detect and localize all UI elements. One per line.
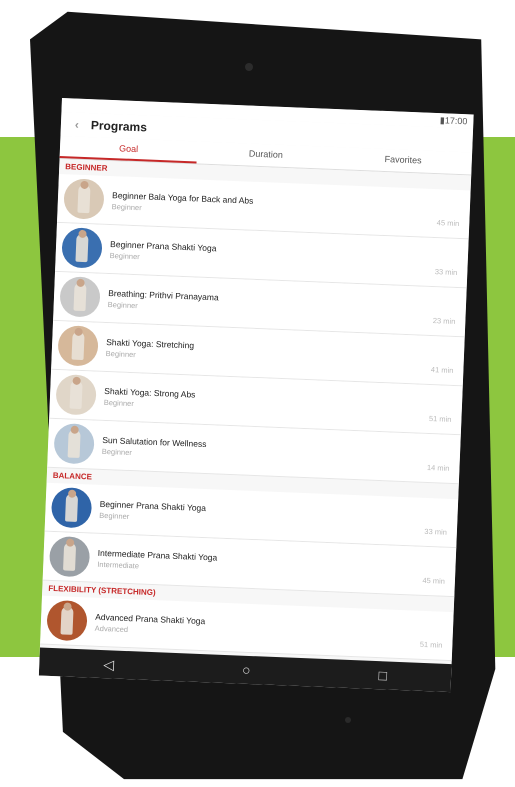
nav-home-icon[interactable]: ○ [242,662,251,678]
program-duration: 45 min [436,218,460,229]
program-duration: 33 min [424,526,448,537]
program-duration: 14 min [426,462,450,473]
program-list: BEGINNER Beginner Bala Yoga for Back and … [40,158,472,662]
status-time: 17:00 [444,115,468,127]
program-duration: 33 min [434,267,458,278]
program-thumbnail [55,374,97,416]
page-title: Programs [90,118,148,135]
tablet-screen: ▮ 17:00 ‹ Programs Goal Duration Favorit… [38,98,474,693]
program-thumbnail [48,535,91,578]
program-duration: 51 min [428,413,452,424]
program-thumbnail [61,227,103,269]
program-thumbnail [57,325,99,367]
nav-recents-icon[interactable]: □ [378,667,387,683]
program-duration: 45 min [422,575,446,586]
back-arrow-icon[interactable]: ‹ [75,118,80,132]
camera-icon [245,63,253,71]
nav-back-icon[interactable]: ◁ [103,656,114,673]
program-thumbnail [53,422,95,465]
program-duration: 41 min [430,365,454,375]
program-duration: 23 min [432,316,456,326]
program-thumbnail [50,486,93,529]
program-duration: 51 min [419,639,443,650]
program-thumbnail [63,178,105,220]
program-thumbnail [46,599,88,642]
sensor-dot [345,717,351,723]
program-thumbnail [59,276,101,318]
